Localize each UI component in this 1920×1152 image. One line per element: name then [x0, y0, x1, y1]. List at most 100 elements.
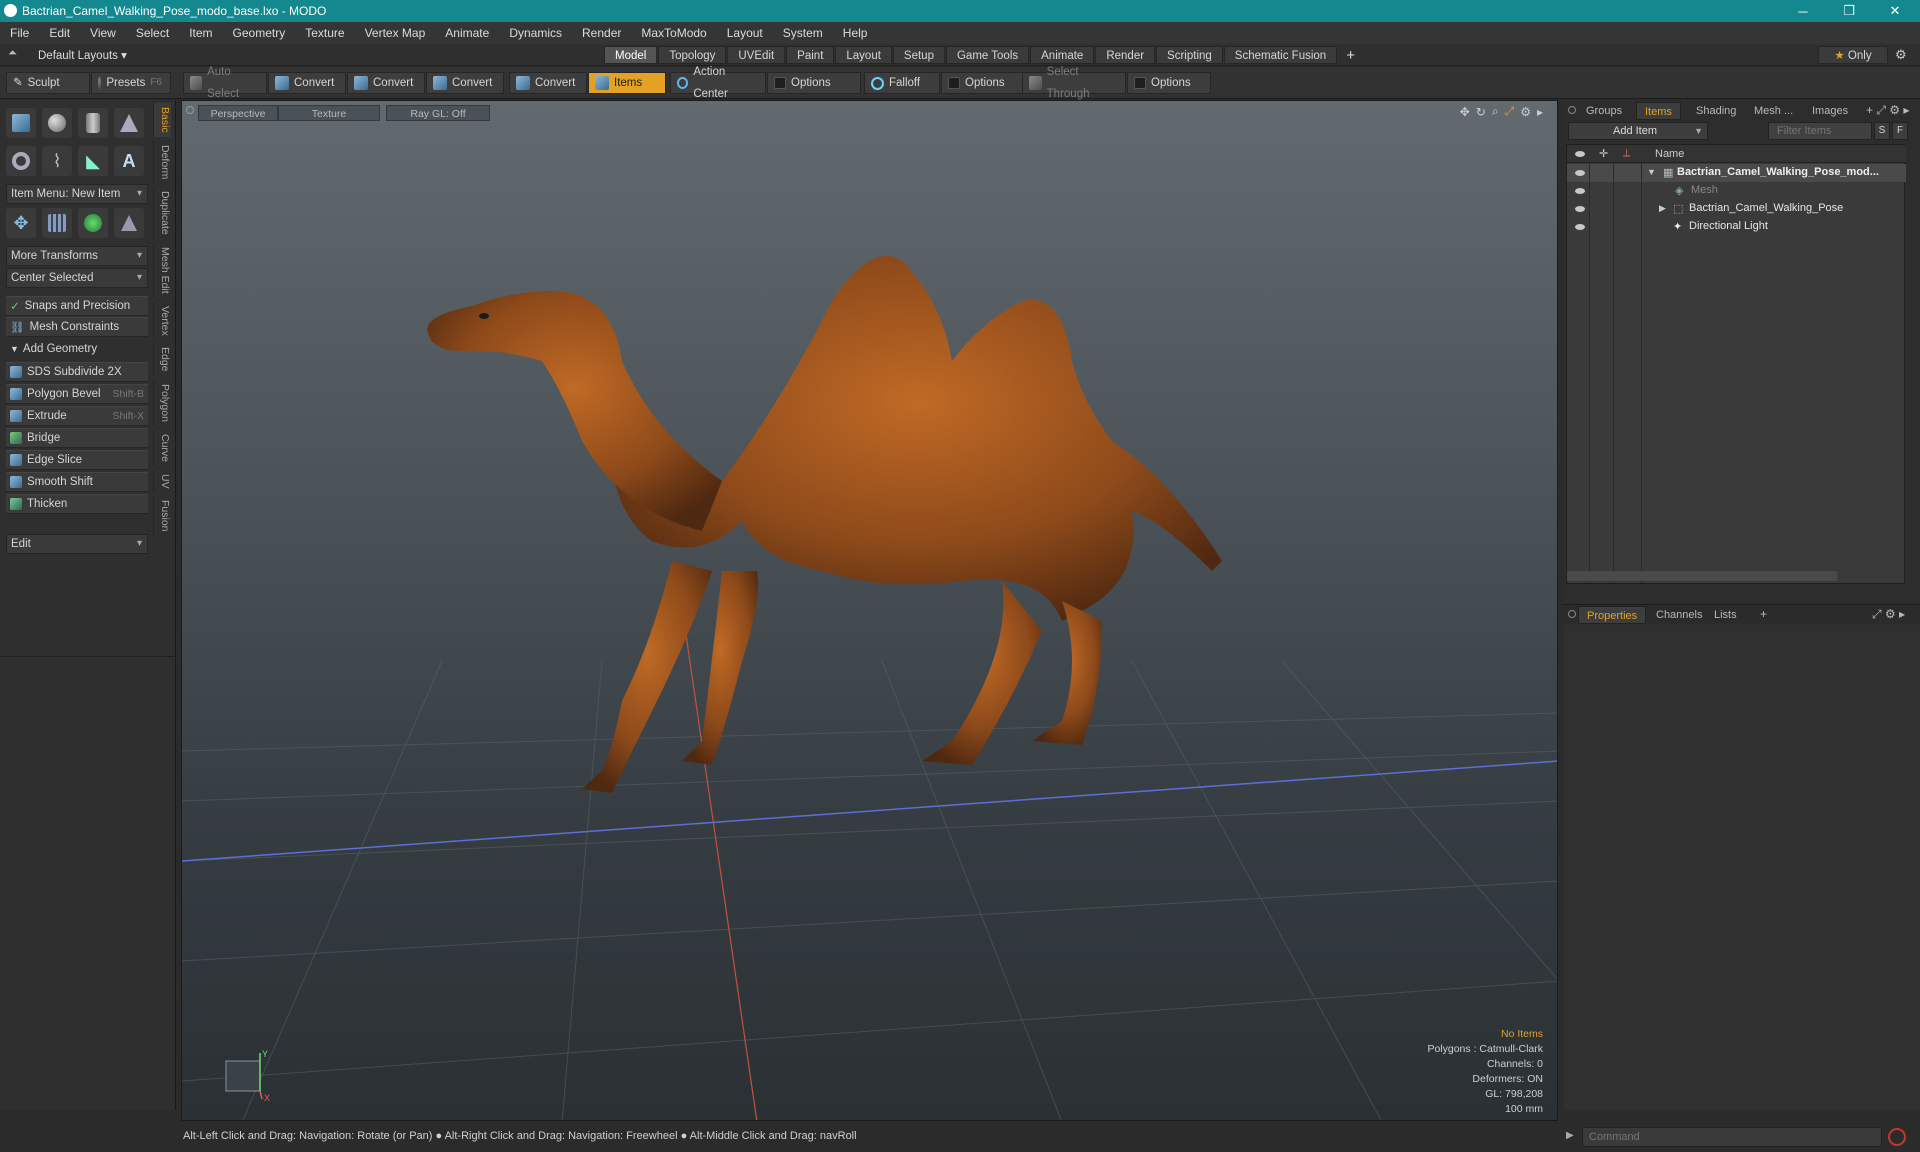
convert-materials-button[interactable]: Convert: [509, 72, 587, 94]
falloff-options-button[interactable]: Options: [941, 72, 1025, 94]
camel-model[interactable]: [427, 256, 1222, 793]
edge-slice-button[interactable]: Edge Slice: [6, 450, 148, 470]
add-item-dropdown[interactable]: Add Item ▼: [1568, 122, 1708, 140]
menu-dynamics[interactable]: Dynamics: [499, 22, 572, 44]
menu-vertex-map[interactable]: Vertex Map: [355, 22, 436, 44]
select-through-button[interactable]: Select Through: [1022, 66, 1126, 100]
panel-menu-icon[interactable]: [1568, 106, 1576, 114]
vtab-mesh-edit[interactable]: Mesh Edit: [153, 242, 171, 298]
select-options-button[interactable]: Options: [1127, 72, 1211, 94]
menu-maxtomodo[interactable]: MaxToModo: [631, 22, 716, 44]
vtab-polygon[interactable]: Polygon: [153, 379, 171, 426]
tab-channels[interactable]: Channels: [1648, 606, 1710, 624]
add-panel-tab-icon[interactable]: + ⤢ ⚙ ▸: [1866, 103, 1909, 118]
minimize-button[interactable]: ─: [1780, 0, 1826, 22]
tab-setup[interactable]: Setup: [892, 46, 945, 64]
name-column-header[interactable]: Name: [1655, 148, 1684, 160]
torus-primitive-icon[interactable]: [6, 146, 36, 176]
extrude-button[interactable]: Extrude Shift-X: [6, 406, 148, 426]
visibility-eye-icon[interactable]: [1575, 206, 1585, 212]
tab-properties[interactable]: Properties: [1578, 606, 1647, 624]
options-checkbox[interactable]: [948, 77, 960, 89]
smooth-shift-button[interactable]: Smooth Shift: [6, 472, 148, 492]
sculpt-button[interactable]: ✎ Sculpt: [6, 72, 90, 94]
menu-view[interactable]: View: [80, 22, 126, 44]
properties-panel-icons[interactable]: ⤢ ⚙ ▸: [1872, 607, 1905, 622]
cone-primitive-icon[interactable]: [114, 108, 144, 138]
perspective-icon[interactable]: [114, 208, 144, 238]
tab-layout[interactable]: Layout: [835, 46, 892, 64]
vtab-uv[interactable]: UV: [153, 469, 171, 493]
falloff-button[interactable]: Falloff: [864, 72, 940, 94]
edit-dropdown[interactable]: Edit: [6, 534, 148, 554]
tab-mesh[interactable]: Mesh ...: [1746, 102, 1801, 120]
filter-s-button[interactable]: S: [1874, 122, 1890, 140]
tube-primitive-icon[interactable]: ⌇: [42, 146, 72, 176]
tab-items[interactable]: Items: [1636, 102, 1681, 120]
menu-edit[interactable]: Edit: [39, 22, 80, 44]
presets-button[interactable]: Presets F6: [91, 72, 171, 94]
sds-subdivide-button[interactable]: SDS Subdivide 2X: [6, 362, 148, 382]
tab-schematic-fusion[interactable]: Schematic Fusion: [1223, 46, 1338, 64]
default-layouts-dropdown[interactable]: Default Layouts ▾: [38, 48, 127, 62]
vtab-fusion[interactable]: Fusion: [153, 496, 171, 536]
visibility-eye-icon[interactable]: [1575, 170, 1585, 176]
command-expand-icon[interactable]: ▶: [1566, 1130, 1574, 1141]
menu-texture[interactable]: Texture: [295, 22, 354, 44]
action-center-options-button[interactable]: Options: [767, 72, 861, 94]
tree-item-mesh[interactable]: ◈ Mesh: [1567, 182, 1906, 200]
options-checkbox[interactable]: [774, 77, 786, 89]
record-icon[interactable]: [1888, 1128, 1906, 1146]
tab-scripting[interactable]: Scripting: [1156, 46, 1223, 64]
auto-select-button[interactable]: Auto Select: [183, 66, 267, 100]
tab-groups[interactable]: Groups: [1578, 102, 1630, 120]
options-checkbox[interactable]: [1134, 77, 1146, 89]
convert-polygons-button[interactable]: Convert: [426, 72, 504, 94]
sphere-primitive-icon[interactable]: [42, 108, 72, 138]
menu-help[interactable]: Help: [833, 22, 878, 44]
vtab-curve[interactable]: Curve: [153, 429, 171, 466]
cylinder-primitive-icon[interactable]: [78, 108, 108, 138]
maximize-button[interactable]: ❐: [1826, 0, 1872, 22]
action-center-button[interactable]: Action Center: [670, 66, 766, 100]
cube-primitive-icon[interactable]: [6, 108, 36, 138]
bridge-button[interactable]: Bridge: [6, 428, 148, 448]
tree-item-scene[interactable]: ▼ ▦ Bactrian_Camel_Walking_Pose_mod...: [1567, 164, 1906, 182]
globe-icon[interactable]: [78, 208, 108, 238]
tree-horizontal-scrollbar[interactable]: [1567, 571, 1837, 581]
thicken-button[interactable]: Thicken: [6, 494, 148, 514]
add-properties-tab-button[interactable]: +: [1760, 607, 1767, 621]
menu-item[interactable]: Item: [179, 22, 222, 44]
menu-select[interactable]: Select: [126, 22, 179, 44]
close-button[interactable]: ✕: [1872, 0, 1918, 22]
vtab-duplicate[interactable]: Duplicate: [153, 187, 171, 239]
snaps-precision-button[interactable]: ✓ Snaps and Precision: [6, 296, 148, 316]
menu-geometry[interactable]: Geometry: [223, 22, 296, 44]
vtab-deform[interactable]: Deform: [153, 140, 171, 184]
pen-primitive-icon[interactable]: ◣: [78, 146, 108, 176]
expand-triangle-icon[interactable]: ▼: [1647, 167, 1656, 177]
transform-icon[interactable]: ✥: [6, 208, 36, 238]
menu-file[interactable]: File: [0, 22, 39, 44]
tree-item-light[interactable]: ✦ Directional Light: [1567, 218, 1906, 236]
menu-animate[interactable]: Animate: [435, 22, 499, 44]
menu-layout[interactable]: Layout: [717, 22, 773, 44]
visibility-eye-icon[interactable]: [1575, 224, 1585, 230]
panel-menu-icon[interactable]: [1568, 610, 1576, 618]
center-selected-dropdown[interactable]: Center Selected: [6, 268, 148, 288]
add-geometry-header[interactable]: ▼ Add Geometry: [6, 340, 148, 358]
add-tab-button[interactable]: +: [1346, 47, 1355, 64]
tab-model[interactable]: Model: [604, 46, 658, 64]
convert-vertices-button[interactable]: Convert: [268, 72, 346, 94]
item-menu-dropdown[interactable]: Item Menu: New Item: [6, 184, 148, 204]
polygon-bevel-button[interactable]: Polygon Bevel Shift-B: [6, 384, 148, 404]
visibility-eye-icon[interactable]: [1575, 188, 1585, 194]
layout-collapse-icon[interactable]: ⏶: [8, 47, 17, 60]
menu-render[interactable]: Render: [572, 22, 631, 44]
tab-lists[interactable]: Lists: [1706, 606, 1745, 624]
filter-items-input[interactable]: [1768, 122, 1872, 140]
tree-item-camel-group[interactable]: ▶ ⬚ Bactrian_Camel_Walking_Pose: [1567, 200, 1906, 218]
tab-images[interactable]: Images: [1804, 102, 1856, 120]
only-toggle[interactable]: ★ Only: [1818, 46, 1888, 64]
vtab-basic[interactable]: Basic: [153, 103, 171, 137]
